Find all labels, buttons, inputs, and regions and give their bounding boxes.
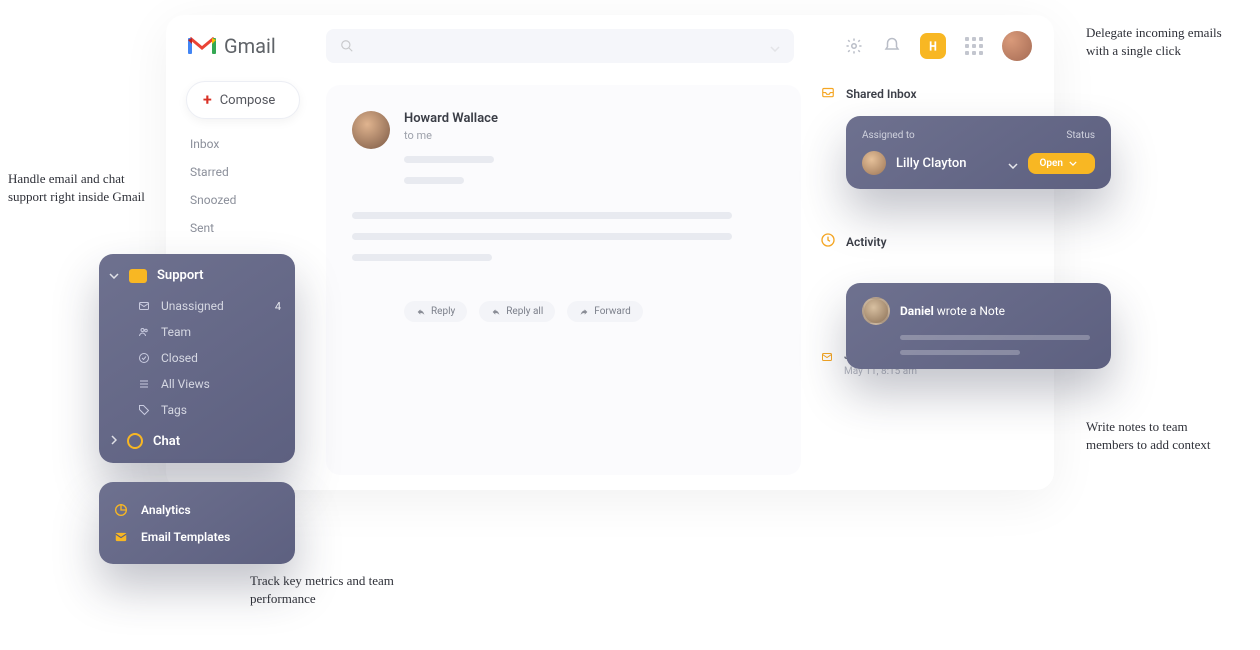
assignee-avatar: [862, 151, 886, 175]
brand-label: Gmail: [224, 34, 276, 58]
tag-icon: [137, 404, 151, 416]
email-actions: Reply Reply all Forward: [404, 301, 775, 322]
email-pane: Howard Wallace to me Reply Reply all For…: [326, 85, 801, 475]
search-icon: [340, 39, 354, 53]
assignment-card: Assigned to Status Lilly Clayton Open: [846, 116, 1111, 189]
envelope-icon: [137, 300, 151, 312]
forward-button[interactable]: Forward: [567, 301, 643, 322]
email-templates-item[interactable]: Email Templates: [113, 524, 281, 550]
chevron-down-icon: [1008, 154, 1018, 173]
activity-title: Activity: [820, 232, 1034, 251]
note-body-skeleton: [900, 335, 1090, 340]
support-item-allviews[interactable]: All Views: [109, 371, 281, 397]
nav-starred[interactable]: Starred: [190, 165, 300, 179]
shared-inbox-title: Shared Inbox: [820, 85, 1034, 102]
list-icon: [137, 378, 151, 390]
support-item-team[interactable]: Team: [109, 319, 281, 345]
check-circle-icon: [137, 352, 151, 364]
hiver-badge-icon[interactable]: [920, 33, 946, 59]
compose-button[interactable]: + Compose: [186, 81, 300, 119]
tray-icon: [129, 269, 147, 283]
tray-icon: [820, 85, 836, 102]
pie-chart-icon: [113, 502, 129, 518]
chevron-down-icon: [109, 268, 119, 283]
chat-bubble-icon: [127, 433, 143, 449]
reply-icon: [416, 308, 426, 316]
note-author-avatar: [862, 297, 890, 325]
nav-inbox[interactable]: Inbox: [190, 137, 300, 151]
plus-icon: +: [203, 92, 212, 108]
team-icon: [137, 326, 151, 338]
sender-avatar[interactable]: [352, 111, 390, 149]
template-icon: [113, 530, 129, 544]
activity-icon: [820, 232, 836, 251]
nav-snoozed[interactable]: Snoozed: [190, 193, 300, 207]
chevron-down-icon: [1069, 161, 1077, 166]
sender-name: Howard Wallace: [404, 111, 498, 126]
note-card: Daniel wrote a Note: [846, 283, 1111, 369]
status-label: Status: [1066, 130, 1095, 141]
assignee-dropdown[interactable]: Lilly Clayton: [896, 154, 1018, 173]
tools-panel: Analytics Email Templates: [99, 482, 295, 564]
email-body-skeleton: [404, 156, 494, 163]
email-body-skeleton: [352, 254, 492, 261]
forward-icon: [579, 308, 589, 316]
app-header: Gmail: [166, 15, 1054, 77]
gmail-logo[interactable]: Gmail: [188, 34, 276, 58]
profile-avatar[interactable]: [1002, 31, 1032, 61]
note-body-skeleton: [900, 350, 1020, 355]
settings-icon[interactable]: [844, 36, 864, 56]
header-actions: [844, 31, 1032, 61]
support-item-unassigned[interactable]: Unassigned 4: [109, 293, 281, 319]
annotation-top-right: Delegate incoming emails with a single c…: [1086, 24, 1236, 59]
reply-all-icon: [491, 308, 501, 316]
reply-all-button[interactable]: Reply all: [479, 301, 555, 322]
search-input[interactable]: [326, 29, 794, 63]
chat-header[interactable]: Chat: [109, 433, 281, 449]
support-header[interactable]: Support: [109, 268, 281, 283]
support-panel: Support Unassigned 4 Team Closed All Vie…: [99, 254, 295, 463]
support-item-tags[interactable]: Tags: [109, 397, 281, 423]
count-badge: 4: [275, 300, 281, 313]
email-header: Howard Wallace to me: [352, 111, 775, 184]
apps-grid-icon[interactable]: [964, 36, 984, 56]
gmail-m-icon: [188, 36, 216, 56]
annotation-bottom: Track key metrics and team performance: [250, 572, 410, 607]
analytics-item[interactable]: Analytics: [113, 496, 281, 524]
nav-sent[interactable]: Sent: [190, 221, 300, 235]
left-sidebar: + Compose Inbox Starred Snoozed Sent: [186, 81, 300, 235]
email-body-skeleton: [352, 212, 732, 219]
bell-icon[interactable]: [882, 36, 902, 56]
note-text: Daniel wrote a Note: [900, 304, 1005, 318]
reply-button[interactable]: Reply: [404, 301, 467, 322]
gmail-app-window: Gmail + Compose: [166, 15, 1054, 490]
nav-list: Inbox Starred Snoozed Sent: [186, 137, 300, 235]
assigned-to-label: Assigned to: [862, 130, 915, 141]
support-item-closed[interactable]: Closed: [109, 345, 281, 371]
search-dropdown-caret-icon[interactable]: [770, 37, 780, 56]
envelope-icon: [820, 351, 834, 377]
annotation-left: Handle email and chat support right insi…: [8, 170, 148, 205]
status-dropdown[interactable]: Open: [1028, 153, 1096, 174]
email-body-skeleton: [404, 177, 464, 184]
annotation-right: Write notes to team members to add conte…: [1086, 418, 1236, 453]
chevron-right-icon: [111, 434, 117, 449]
compose-label: Compose: [220, 93, 276, 108]
recipient-line: to me: [404, 129, 498, 142]
email-body-skeleton: [352, 233, 732, 240]
